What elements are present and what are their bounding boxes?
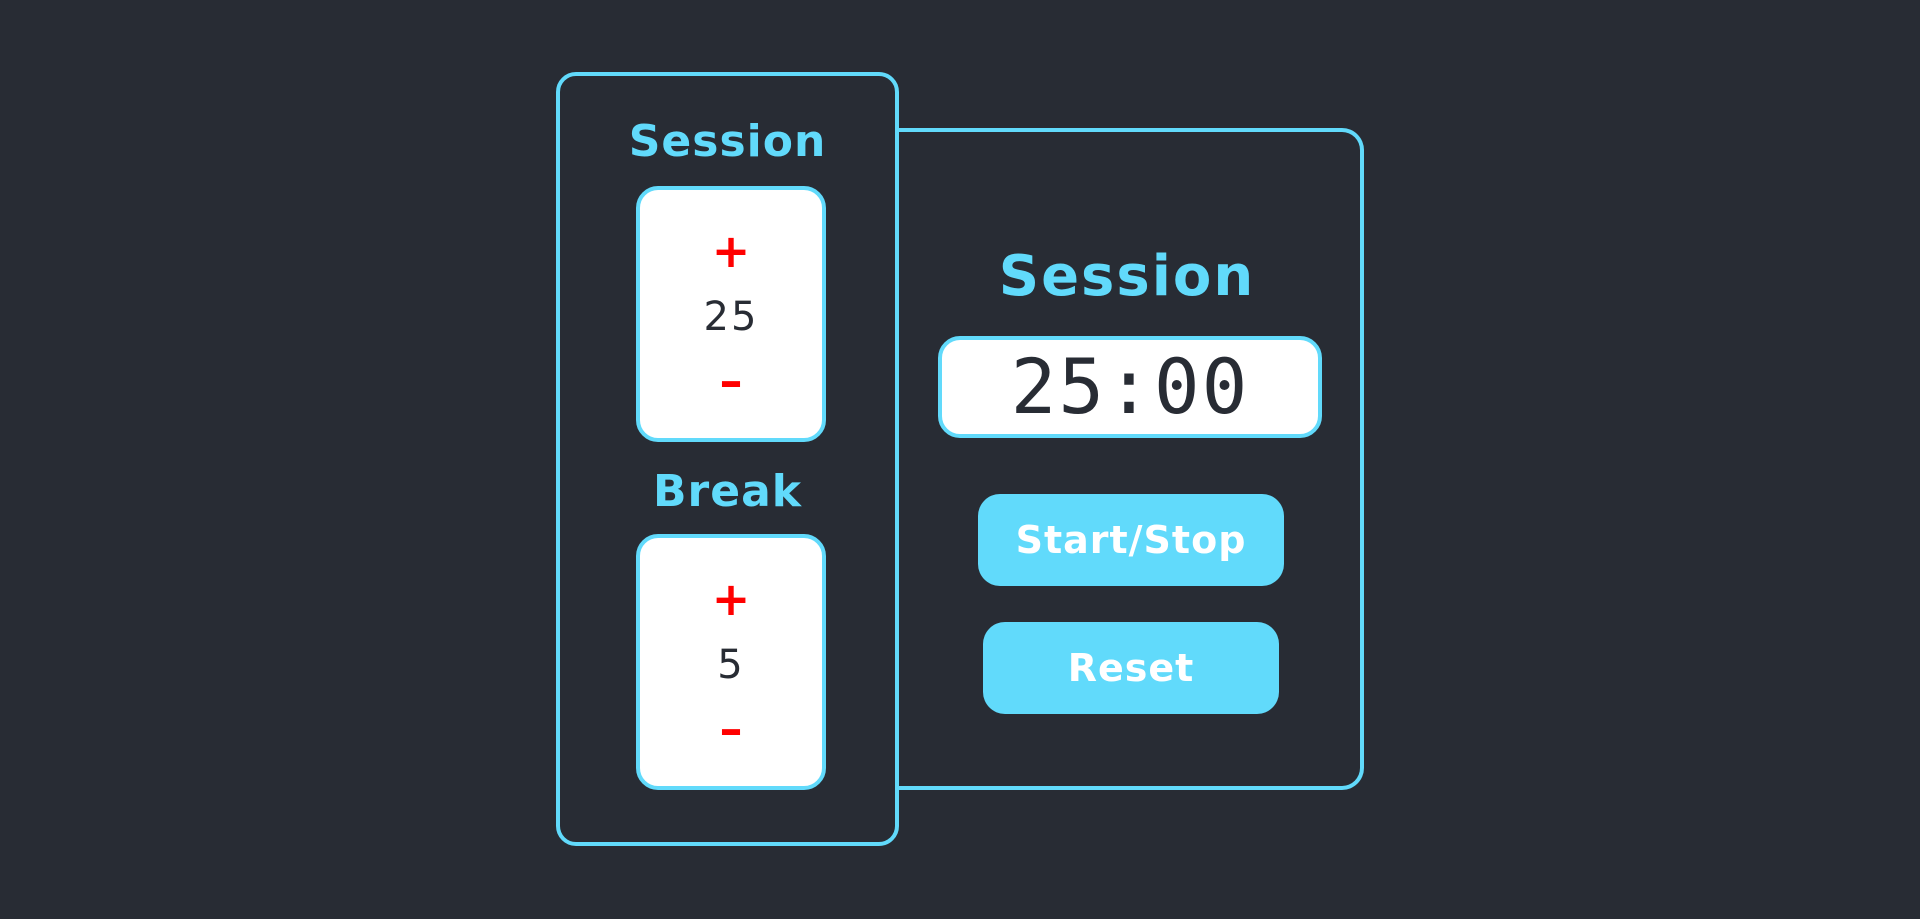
session-length-value: 25 [703,294,759,340]
timer-panel: Session 25:00 Start/Stop Reset [890,128,1364,790]
break-length-adjuster: + 5 – [636,534,826,790]
reset-button[interactable]: Reset [983,622,1279,714]
time-left-display: 25:00 [938,336,1322,438]
session-length-label: Session [628,116,827,167]
break-decrement-button[interactable]: – [720,706,743,752]
settings-panel: Session + 25 – Break + 5 – [556,72,899,846]
timer-label: Session [998,244,1256,309]
start-stop-button[interactable]: Start/Stop [978,494,1284,586]
break-increment-button[interactable]: + [712,576,751,622]
break-length-label: Break [652,466,803,517]
session-decrement-button[interactable]: – [720,358,743,404]
session-length-adjuster: + 25 – [636,186,826,442]
break-length-value: 5 [717,642,745,688]
pomodoro-app: Session + 25 – Break + 5 – Session 25:00… [0,0,1920,919]
session-increment-button[interactable]: + [712,228,751,274]
